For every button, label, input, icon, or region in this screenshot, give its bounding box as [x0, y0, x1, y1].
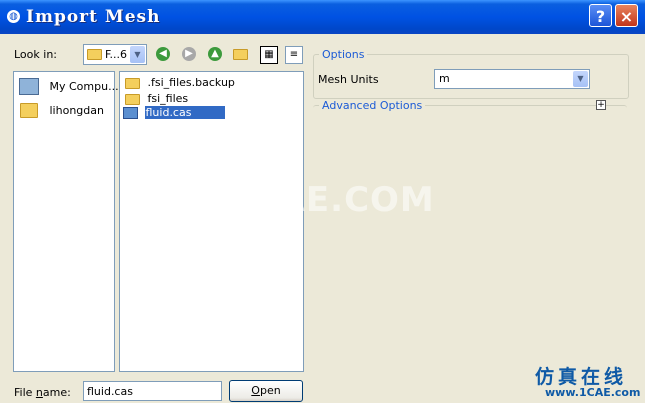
file-item-fsi-files[interactable]: fsi_files: [125, 92, 188, 105]
help-button[interactable]: ?: [589, 4, 612, 27]
chevron-down-icon[interactable]: ▼: [130, 46, 145, 63]
computer-icon: [19, 78, 39, 95]
options-group-label: Options: [319, 48, 368, 61]
file-name: fsi_files: [147, 92, 189, 105]
file-name: .fsi_files.backup: [147, 76, 235, 89]
mesh-units-value: m: [439, 72, 450, 85]
file-item-fluid-cas[interactable]: fluid.cas: [123, 106, 225, 119]
chevron-down-icon[interactable]: ▼: [573, 71, 588, 87]
close-button[interactable]: ×: [615, 4, 638, 27]
window-title: Import Mesh: [26, 7, 161, 27]
mesh-file-icon: [123, 107, 138, 119]
look-in-dropdown[interactable]: F...6 ▼: [83, 44, 147, 65]
file-name-label: File name:: [14, 386, 71, 399]
place-item-lihongdan[interactable]: lihongdan: [20, 103, 104, 118]
import-mesh-dialog: ◍ Import Mesh ? × Look in: F...6 ▼ ◀ ▶ ▲…: [0, 0, 645, 403]
folder-icon: [20, 103, 38, 118]
mesh-units-label: Mesh Units: [318, 73, 379, 86]
file-name-input[interactable]: fluid.cas: [83, 381, 222, 401]
file-item-fsi-files-backup[interactable]: .fsi_files.backup: [125, 76, 235, 89]
new-folder-icon[interactable]: [233, 47, 248, 60]
file-name: fluid.cas: [144, 106, 225, 119]
title-bar: ◍ Import Mesh ? ×: [0, 0, 645, 34]
mesh-units-dropdown[interactable]: m ▼: [434, 69, 590, 89]
folder-icon: [87, 49, 102, 60]
list-view-icon[interactable]: ▦: [260, 46, 278, 64]
app-icon: ◍: [7, 10, 20, 23]
expand-icon[interactable]: +: [596, 100, 606, 110]
look-in-value: F...6: [105, 48, 128, 61]
folder-icon: [125, 77, 140, 89]
place-item-my-computer[interactable]: My Compu...: [19, 78, 119, 95]
brand-logo-url: www.1CAE.com: [545, 386, 641, 399]
place-label: lihongdan: [49, 103, 104, 117]
file-name-value: fluid.cas: [87, 385, 133, 398]
place-label: My Compu...: [49, 79, 119, 93]
places-pane: My Compu... lihongdan: [13, 71, 119, 372]
up-folder-icon[interactable]: ▲: [208, 47, 222, 61]
look-in-label: Look in:: [14, 48, 57, 61]
watermark: 1CAE.COM: [228, 180, 435, 220]
forward-icon[interactable]: ▶: [182, 47, 196, 61]
file-list[interactable]: .fsi_files.backup fsi_files fluid.cas: [119, 71, 304, 372]
details-view-icon[interactable]: ≡: [285, 46, 303, 64]
brand-logo-text: 仿真在线: [535, 366, 628, 388]
folder-icon: [125, 93, 140, 105]
back-icon[interactable]: ◀: [156, 47, 170, 61]
advanced-options-label[interactable]: Advanced Options: [319, 99, 426, 112]
open-button[interactable]: Open: [229, 380, 303, 402]
